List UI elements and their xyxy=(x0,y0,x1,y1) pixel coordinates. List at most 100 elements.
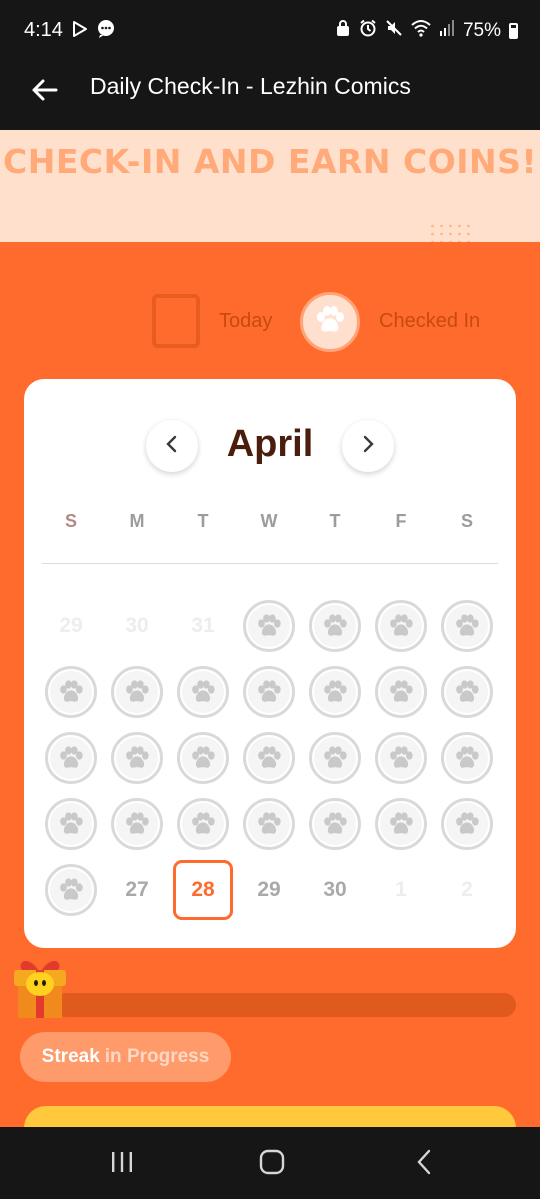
paw-stamp xyxy=(243,732,295,784)
calendar-day-checked[interactable] xyxy=(368,593,434,659)
calendar-day-checked[interactable] xyxy=(38,857,104,923)
weekday-label: S xyxy=(64,511,77,531)
calendar-day-checked[interactable] xyxy=(368,791,434,857)
paw-stamp xyxy=(441,600,493,652)
weekday-label: T xyxy=(197,511,209,531)
paw-stamp xyxy=(375,732,427,784)
paw-icon xyxy=(182,737,224,779)
paw-stamp xyxy=(441,798,493,850)
calendar-day-checked[interactable] xyxy=(302,659,368,725)
paw-stamp xyxy=(111,666,163,718)
calendar-day-checked[interactable] xyxy=(368,659,434,725)
calendar-day-checked[interactable] xyxy=(170,791,236,857)
status-time: 4:14 xyxy=(24,19,63,41)
paw-icon xyxy=(50,671,92,713)
calendar-day-today[interactable]: 28 xyxy=(170,857,236,923)
paw-icon xyxy=(116,671,158,713)
wifi-icon xyxy=(411,19,431,43)
calendar-day-checked[interactable] xyxy=(170,659,236,725)
paw-stamp xyxy=(45,732,97,784)
paw-icon xyxy=(182,671,224,713)
page-title: Daily Check-In - Lezhin Comics xyxy=(90,73,411,99)
today-legend-label: Today xyxy=(219,310,273,332)
calendar-day-checked[interactable] xyxy=(104,725,170,791)
paw-icon xyxy=(380,737,422,779)
calendar-day-checked[interactable] xyxy=(236,659,302,725)
calendar-day-checked[interactable] xyxy=(170,725,236,791)
paw-icon xyxy=(446,803,488,845)
paw-icon xyxy=(50,869,92,911)
paw-icon xyxy=(314,605,356,647)
paw-icon xyxy=(380,803,422,845)
calendar-day-outside-month: 1 xyxy=(395,878,407,901)
recents-icon xyxy=(109,1150,135,1179)
paw-stamp xyxy=(45,666,97,718)
paw-stamp xyxy=(309,666,361,718)
paw-stamp xyxy=(111,798,163,850)
calendar-day-checked[interactable] xyxy=(434,593,500,659)
today-day-number: 28 xyxy=(173,860,233,920)
calendar-day-checked[interactable] xyxy=(104,791,170,857)
streak-status-chip[interactable]: Streak in Progress xyxy=(20,1032,231,1082)
paw-stamp xyxy=(177,798,229,850)
weekday-label: T xyxy=(329,511,341,531)
back-button[interactable] xyxy=(24,72,64,112)
paw-stamp xyxy=(309,798,361,850)
calendar-day-checked[interactable] xyxy=(302,593,368,659)
system-back-button[interactable] xyxy=(404,1147,444,1181)
calendar-day-checked[interactable] xyxy=(236,593,302,659)
home-button[interactable] xyxy=(252,1147,292,1181)
streak-label-highlight: Streak xyxy=(41,1046,100,1067)
paw-icon xyxy=(50,803,92,845)
calendar-day-checked[interactable] xyxy=(236,791,302,857)
paw-stamp xyxy=(375,600,427,652)
calendar-day-checked[interactable] xyxy=(302,791,368,857)
calendar-day-checked[interactable] xyxy=(38,725,104,791)
paw-stamp xyxy=(309,600,361,652)
status-left-icons xyxy=(70,19,116,44)
paw-icon xyxy=(446,737,488,779)
calendar-card: April SMTWTFS 29 30 31 27 28 29 30 1 2 xyxy=(24,379,516,948)
paw-icon xyxy=(50,737,92,779)
paw-icon xyxy=(248,803,290,845)
next-month-button[interactable] xyxy=(342,420,394,472)
paw-stamp xyxy=(243,798,295,850)
calendar-day-checked[interactable] xyxy=(302,725,368,791)
paw-icon xyxy=(248,737,290,779)
message-icon xyxy=(96,19,116,44)
weekday-label: S xyxy=(460,511,473,531)
paw-stamp xyxy=(177,666,229,718)
paw-stamp xyxy=(375,798,427,850)
calendar-day-checked[interactable] xyxy=(38,791,104,857)
paw-stamp xyxy=(441,732,493,784)
calendar-day-outside-month: 2 xyxy=(461,878,473,901)
calendar-day[interactable]: 29 xyxy=(236,857,302,923)
weekday-label: F xyxy=(395,511,407,531)
calendar-day-checked[interactable] xyxy=(434,725,500,791)
signal-icon xyxy=(439,19,455,43)
paw-icon xyxy=(314,671,356,713)
paw-stamp xyxy=(45,798,97,850)
recent-apps-button[interactable] xyxy=(102,1147,142,1181)
calendar-day-checked[interactable] xyxy=(104,659,170,725)
calendar-legend: Today Checked In xyxy=(0,292,540,352)
paw-icon xyxy=(182,803,224,845)
calendar-day-checked[interactable] xyxy=(434,659,500,725)
decorative-dots xyxy=(428,222,474,242)
paw-stamp xyxy=(441,666,493,718)
calendar-day-checked[interactable] xyxy=(236,725,302,791)
calendar-day-checked[interactable] xyxy=(368,725,434,791)
month-title: April xyxy=(226,423,314,465)
calendar-day[interactable]: 30 xyxy=(302,857,368,923)
home-icon xyxy=(259,1149,285,1180)
paw-icon xyxy=(312,302,348,343)
paw-icon xyxy=(248,605,290,647)
paw-icon xyxy=(314,803,356,845)
checked-in-legend-swatch xyxy=(300,292,360,352)
paw-icon xyxy=(380,671,422,713)
paw-stamp xyxy=(177,732,229,784)
paw-stamp xyxy=(243,666,295,718)
calendar-day[interactable]: 27 xyxy=(104,857,170,923)
calendar-day-checked[interactable] xyxy=(38,659,104,725)
calendar-day-checked[interactable] xyxy=(434,791,500,857)
